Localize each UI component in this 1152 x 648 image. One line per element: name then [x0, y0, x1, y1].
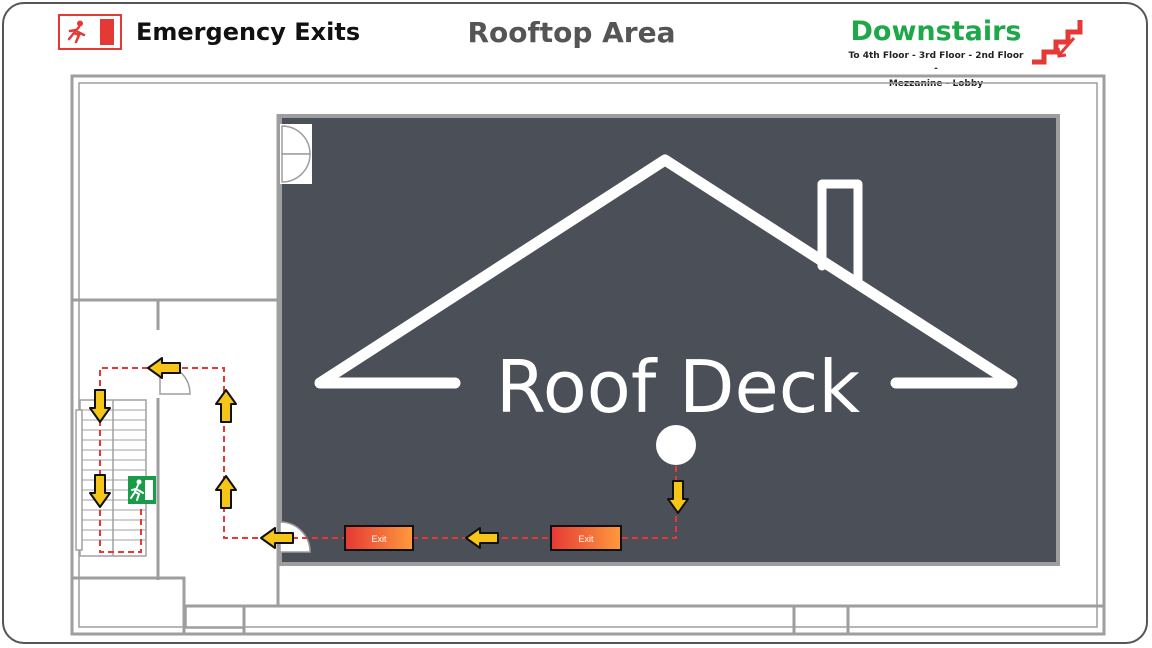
exit-sign-near: Exit [550, 525, 622, 551]
south-room-detail [185, 606, 244, 629]
stair-rail [75, 409, 83, 551]
direction-arrow-icon [215, 389, 237, 423]
exit-sign-door [145, 480, 153, 500]
emergency-exit-sign-icon [128, 476, 156, 504]
direction-arrow-icon [89, 389, 111, 423]
stair-room-wall [72, 576, 186, 634]
exit-sign-label: Exit [371, 534, 387, 544]
floor-plan: Roof Deck Exit Exit [70, 74, 1106, 636]
south-room-walls [242, 606, 850, 634]
exit-sign-head [136, 479, 142, 485]
exit-sign-far: Exit [344, 525, 414, 551]
roof-deck-label: Roof Deck [496, 345, 860, 429]
exit-sign-label: Exit [578, 534, 594, 544]
deck-origin-marker [656, 425, 696, 465]
direction-arrow-icon [215, 475, 237, 509]
